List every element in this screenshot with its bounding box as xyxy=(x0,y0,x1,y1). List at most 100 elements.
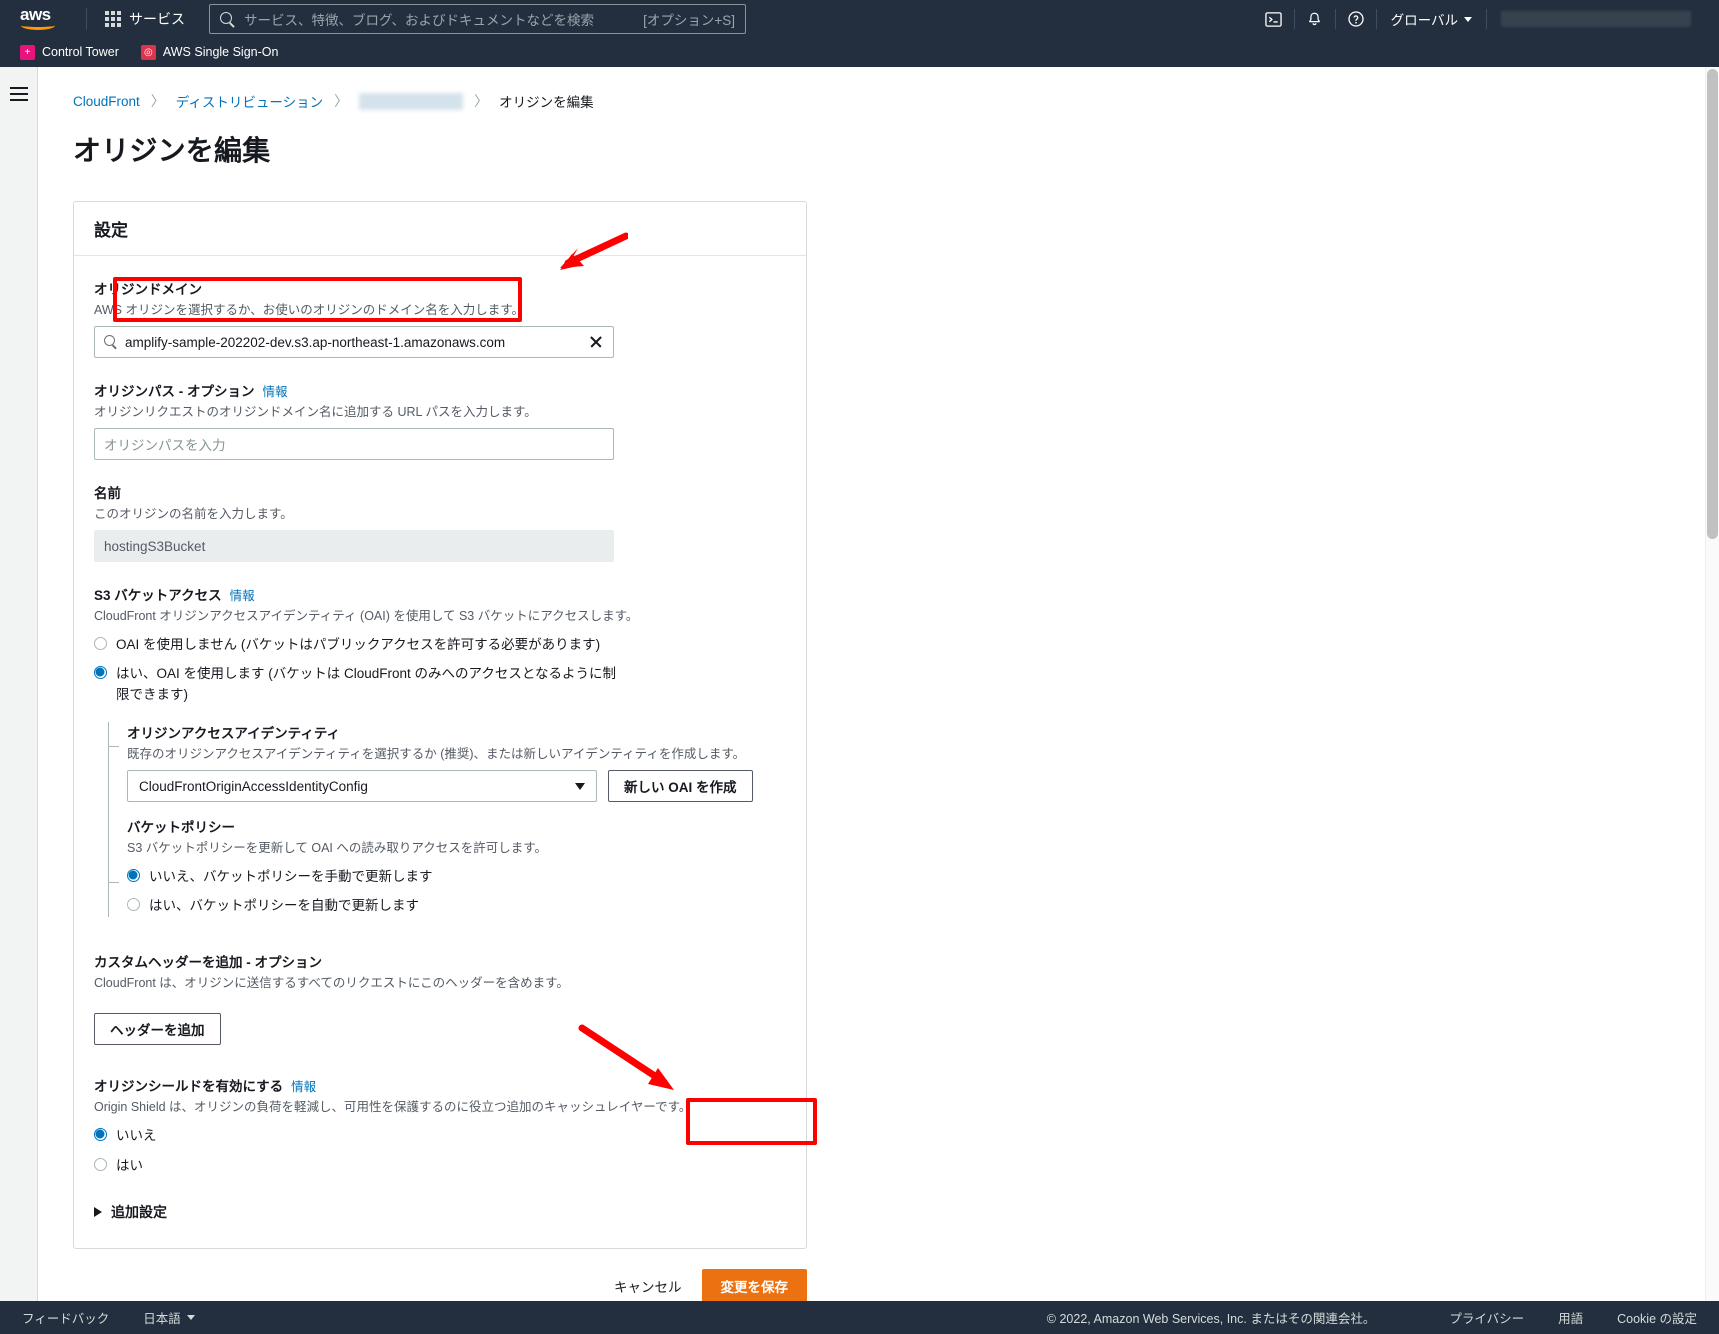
radio-bucket-policy-auto[interactable]: はい、バケットポリシーを自動で更新します xyxy=(127,896,786,917)
left-rail xyxy=(0,67,38,1301)
origin-shield-label: オリジンシールドを有効にする 情報 xyxy=(94,1075,786,1095)
radio-button[interactable] xyxy=(127,898,140,912)
region-selector[interactable]: グローバル xyxy=(1377,9,1486,29)
oai-label-text: オリジンアクセスアイデンティティ xyxy=(127,726,341,742)
origin-name-label-text: 名前 xyxy=(94,486,121,502)
radio-yes-oai[interactable]: はい、OAI を使用します (バケットは CloudFront のみへのアクセス… xyxy=(94,664,786,706)
cookie-preferences-link[interactable]: Cookie の設定 xyxy=(1617,1308,1697,1327)
oai-description: 既存のオリジンアクセスアイデンティティを選択するか (推奨)、または新しいアイデ… xyxy=(127,747,746,762)
origin-shield-description: Origin Shield は、オリジンの負荷を軽減し、可用性を保護するのに役立… xyxy=(94,1100,692,1115)
origin-name-value: hostingS3Bucket xyxy=(104,538,206,554)
info-link[interactable]: 情報 xyxy=(263,381,288,400)
origin-path-description: オリジンリクエストのオリジンドメイン名に追加する URL パスを入力します。 xyxy=(94,405,537,420)
main-content: CloudFront 〉 ディストリビューション 〉 〉 オリジンを編集 オリジ… xyxy=(38,67,1719,1301)
indent-tick xyxy=(109,882,119,884)
s3-bucket-access-field: S3 バケットアクセス 情報 CloudFront オリジンアクセスアイデンティ… xyxy=(94,584,786,918)
oai-select[interactable]: CloudFrontOriginAccessIdentityConfig xyxy=(127,770,597,803)
bucket-policy-label: バケットポリシー xyxy=(127,816,786,836)
bell-icon[interactable] xyxy=(1295,0,1335,38)
grid-icon xyxy=(105,11,121,27)
services-menu-button[interactable]: サービス xyxy=(99,5,191,33)
footer-right: © 2022, Amazon Web Services, Inc. またはその関… xyxy=(1047,1308,1697,1327)
favorites-bar: + Control Tower ◎ AWS Single Sign-On xyxy=(0,38,1719,67)
origin-name-input: hostingS3Bucket xyxy=(94,530,614,563)
global-search-box[interactable]: サービス、特徴、ブログ、およびドキュメントなどを検索 [オプション+S] xyxy=(209,4,746,34)
origin-name-label: 名前 xyxy=(94,482,786,502)
form-action-bar: キャンセル 変更を保存 xyxy=(38,1269,807,1301)
oai-indent-group: オリジンアクセスアイデンティティ 既存のオリジンアクセスアイデンティティを選択す… xyxy=(108,722,786,918)
radio-button-selected[interactable] xyxy=(94,666,107,680)
menu-toggle-icon[interactable] xyxy=(10,87,28,105)
language-selector[interactable]: 日本語 xyxy=(143,1308,195,1327)
custom-headers-label: カスタムヘッダーを追加 - オプション xyxy=(94,951,786,971)
radio-button-selected[interactable] xyxy=(127,868,140,882)
origin-domain-input[interactable]: amplify-sample-202202-dev.s3.ap-northeas… xyxy=(94,326,614,359)
radio-origin-shield-no[interactable]: いいえ xyxy=(94,1126,786,1147)
favorite-aws-sso[interactable]: ◎ AWS Single Sign-On xyxy=(140,44,279,60)
global-search-input[interactable]: サービス、特徴、ブログ、およびドキュメントなどを検索 xyxy=(244,9,643,29)
cloudshell-icon[interactable] xyxy=(1254,0,1294,38)
chevron-down-icon xyxy=(186,1315,195,1320)
settings-card-heading: 設定 xyxy=(74,202,806,256)
breadcrumb-item-distributions[interactable]: ディストリビューション xyxy=(176,91,323,111)
radio-label: OAI を使用しません (バケットはパブリックアクセスを許可する必要があります) xyxy=(116,636,601,652)
breadcrumb-separator-icon: 〉 xyxy=(474,93,489,109)
page-title: オリジンを編集 xyxy=(73,135,271,166)
radio-label: はい xyxy=(116,1157,143,1173)
radio-bucket-policy-manual[interactable]: いいえ、バケットポリシーを手動で更新します xyxy=(127,867,786,888)
radio-button[interactable] xyxy=(94,1157,107,1171)
info-link[interactable]: 情報 xyxy=(230,585,255,604)
breadcrumb: CloudFront 〉 ディストリビューション 〉 〉 オリジンを編集 xyxy=(38,67,1719,111)
radio-origin-shield-yes[interactable]: はい xyxy=(94,1156,786,1177)
additional-settings-label: 追加設定 xyxy=(111,1204,167,1221)
create-new-oai-button[interactable]: 新しい OAI を作成 xyxy=(608,770,753,803)
page-scrollbar[interactable] xyxy=(1705,67,1719,1301)
breadcrumb-item-current: オリジンを編集 xyxy=(499,95,594,110)
help-icon[interactable] xyxy=(1336,0,1376,38)
oai-field: オリジンアクセスアイデンティティ 既存のオリジンアクセスアイデンティティを選択す… xyxy=(127,722,786,803)
radio-button-selected[interactable] xyxy=(94,1127,107,1141)
indent-tick xyxy=(109,746,119,748)
copyright-text: © 2022, Amazon Web Services, Inc. またはその関… xyxy=(1046,1312,1376,1326)
origin-path-input[interactable]: オリジンパスを入力 xyxy=(94,428,614,461)
favorite-label: Control Tower xyxy=(42,45,119,59)
feedback-link[interactable]: フィードバック xyxy=(22,1308,109,1327)
oai-selected-value: CloudFrontOriginAccessIdentityConfig xyxy=(139,778,368,794)
privacy-link[interactable]: プライバシー xyxy=(1449,1308,1524,1327)
radio-label: はい、バケットポリシーを自動で更新します xyxy=(149,898,419,914)
favorite-label: AWS Single Sign-On xyxy=(162,45,279,59)
radio-no-oai[interactable]: OAI を使用しません (バケットはパブリックアクセスを許可する必要があります) xyxy=(94,635,786,656)
origin-domain-label: オリジンドメイン xyxy=(94,278,786,298)
terms-link[interactable]: 用語 xyxy=(1558,1308,1583,1327)
search-icon xyxy=(104,335,118,349)
cancel-button[interactable]: キャンセル xyxy=(614,1276,682,1296)
origin-domain-label-text: オリジンドメイン xyxy=(94,282,202,297)
breadcrumb-item-distribution-id-redacted[interactable] xyxy=(359,92,464,110)
origin-name-field: 名前 このオリジンの名前を入力します。 hostingS3Bucket xyxy=(94,482,786,563)
radio-label: いいえ、バケットポリシーを手動で更新します xyxy=(149,868,433,884)
origin-shield-field: オリジンシールドを有効にする 情報 Origin Shield は、オリジンの負… xyxy=(94,1075,786,1176)
origin-path-field: オリジンパス - オプション 情報 オリジンリクエストのオリジンドメイン名に追加… xyxy=(94,380,786,461)
chevron-down-icon xyxy=(1464,16,1472,22)
origin-path-label-text: オリジンパス - オプション xyxy=(94,384,255,400)
save-changes-button[interactable]: 変更を保存 xyxy=(701,1269,807,1301)
aws-logo-smile xyxy=(21,21,55,30)
nav-divider xyxy=(1486,9,1487,29)
custom-headers-label-text: カスタムヘッダーを追加 - オプション xyxy=(94,955,322,971)
additional-settings-expander[interactable]: 追加設定 xyxy=(94,1202,786,1222)
radio-label: いいえ xyxy=(116,1127,157,1143)
control-tower-icon: + xyxy=(20,44,35,60)
scrollbar-thumb[interactable] xyxy=(1707,69,1718,539)
close-icon[interactable] xyxy=(588,334,604,350)
radio-button[interactable] xyxy=(94,636,107,650)
origin-domain-value: amplify-sample-202202-dev.s3.ap-northeas… xyxy=(125,334,506,350)
account-menu-redacted[interactable] xyxy=(1501,11,1691,27)
aws-logo[interactable]: aws xyxy=(20,6,62,32)
favorite-control-tower[interactable]: + Control Tower xyxy=(20,44,119,60)
oai-select-row: CloudFrontOriginAccessIdentityConfig 新しい… xyxy=(127,770,786,803)
radio-label: はい、OAI を使用します (バケットは CloudFront のみへのアクセス… xyxy=(116,666,616,703)
breadcrumb-item-cloudfront[interactable]: CloudFront xyxy=(73,94,140,109)
footer-left: フィードバック 日本語 xyxy=(22,1308,195,1327)
info-link[interactable]: 情報 xyxy=(291,1076,316,1095)
add-header-button[interactable]: ヘッダーを追加 xyxy=(94,1013,221,1046)
